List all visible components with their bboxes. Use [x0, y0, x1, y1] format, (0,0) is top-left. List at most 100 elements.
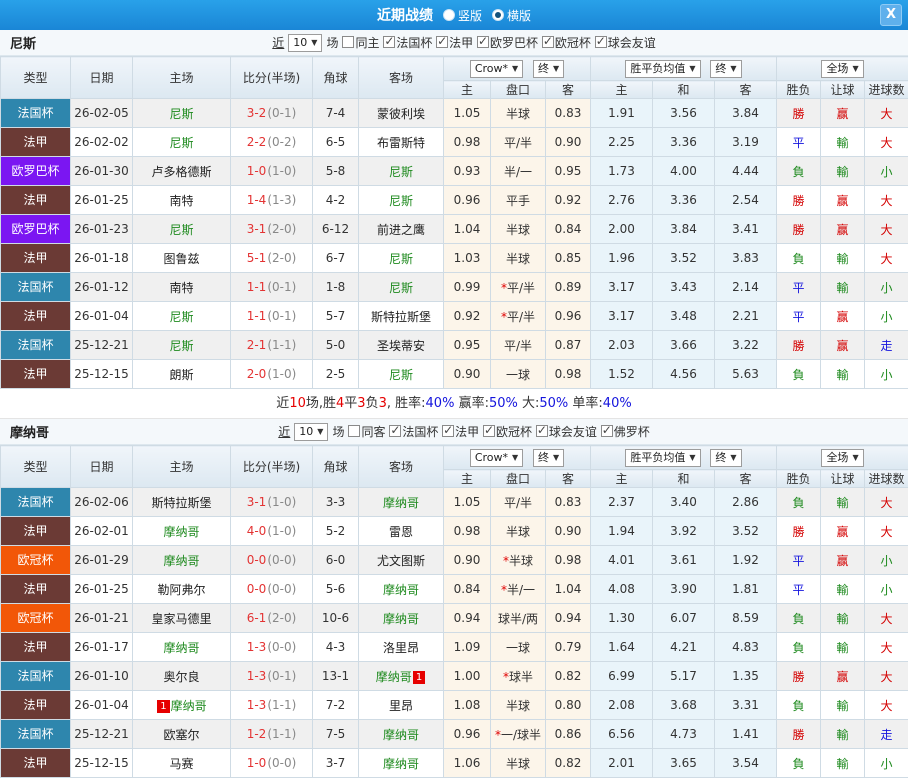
odds-source-dropdown[interactable]: Crow*▼: [470, 60, 523, 78]
score-cell: 5-1(2-0): [231, 244, 313, 273]
filter-checkbox[interactable]: 法甲: [442, 423, 479, 440]
col-type: 类型: [1, 446, 71, 488]
filter-checkbox[interactable]: 欧冠杯: [542, 34, 591, 51]
score-cell: 1-0(0-0): [231, 749, 313, 778]
chevron-down-icon: ▼: [689, 62, 695, 76]
match-date: 26-01-04: [71, 691, 133, 720]
filter-checkbox[interactable]: 球会友谊: [595, 34, 656, 51]
avg-odds-dropdown[interactable]: 胜平负均值▼: [625, 449, 700, 467]
handicap-result: 赢: [821, 662, 865, 691]
odds-away: 0.90: [546, 517, 591, 546]
radio-vertical-layout[interactable]: 竖版: [443, 7, 482, 24]
col-handicap-result: 让球: [821, 470, 865, 488]
final-avg-dropdown[interactable]: 终▼: [710, 449, 741, 467]
col-avg-away: 客: [715, 470, 777, 488]
table-row: 欧冠杯 26-01-21 皇家马德里 6-1(2-0) 10-6 摩纳哥 0.9…: [1, 604, 908, 633]
corner-count: 3-7: [313, 749, 359, 778]
filter-checkbox[interactable]: 球会友谊: [536, 423, 597, 440]
handicap-line: 半球: [491, 99, 546, 128]
radio-horizontal-layout[interactable]: 横版: [492, 7, 531, 24]
outcome-result: 勝: [777, 215, 821, 244]
avg-away: 8.59: [715, 604, 777, 633]
halftime-score: (1-0): [267, 524, 296, 538]
filter-checkbox[interactable]: 法甲: [436, 34, 473, 51]
odds-away: 0.94: [546, 604, 591, 633]
outcome-result: 勝: [777, 186, 821, 215]
chevron-down-icon: ▼: [852, 451, 858, 465]
score-cell: 3-1(1-0): [231, 488, 313, 517]
odds-away: 0.83: [546, 99, 591, 128]
avg-draw: 3.48: [653, 302, 715, 331]
avg-draw: 4.21: [653, 633, 715, 662]
handicap-result: 赢: [821, 546, 865, 575]
avg-home: 3.17: [591, 273, 653, 302]
fullmatch-dropdown[interactable]: 全场▼: [821, 60, 863, 78]
fulltime-score: 2-2: [247, 135, 267, 149]
rounds-value: 10: [293, 36, 307, 50]
result-group-header: 全场▼: [777, 446, 908, 470]
match-date: 26-02-02: [71, 128, 133, 157]
odds-home: 0.98: [444, 517, 491, 546]
col-avg-home: 主: [591, 81, 653, 99]
home-team: 皇家马德里: [151, 612, 211, 626]
score-cell: 1-4(1-3): [231, 186, 313, 215]
away-team: 布雷斯特: [377, 136, 425, 150]
avg-home: 1.64: [591, 633, 653, 662]
filter-checkbox[interactable]: 欧冠杯: [483, 423, 532, 440]
avg-away: 4.44: [715, 157, 777, 186]
avg-home: 1.52: [591, 360, 653, 389]
fulltime-score: 3-2: [247, 106, 267, 120]
odds-home: 0.90: [444, 546, 491, 575]
handicap-result: 輸: [821, 749, 865, 778]
avg-away: 3.31: [715, 691, 777, 720]
goals-result: 小: [865, 546, 908, 575]
avg-group-header: 胜平负均值▼ 终▼: [591, 57, 777, 81]
filter-checkbox[interactable]: 同主: [342, 34, 379, 51]
rounds-select[interactable]: 10▼: [288, 34, 322, 52]
fullmatch-dropdown[interactable]: 全场▼: [821, 449, 863, 467]
final-avg-dropdown[interactable]: 终▼: [710, 60, 741, 78]
halftime-score: (2-0): [267, 222, 296, 236]
filter-label: 法甲: [455, 423, 479, 440]
match-date: 26-02-01: [71, 517, 133, 546]
avg-home: 2.03: [591, 331, 653, 360]
league-badge: 法甲: [1, 633, 70, 661]
avg-away: 5.63: [715, 360, 777, 389]
fulltime-score: 3-1: [247, 495, 267, 509]
match-date: 26-01-25: [71, 186, 133, 215]
final-odds-dropdown[interactable]: 终▼: [533, 60, 564, 78]
avg-odds-dropdown[interactable]: 胜平负均值▼: [625, 60, 700, 78]
filter-checkbox[interactable]: 同客: [348, 423, 385, 440]
handicap-line: *半/一: [491, 575, 546, 604]
rounds-select[interactable]: 10▼: [294, 423, 328, 441]
table-row: 欧罗巴杯 26-01-23 尼斯 3-1(2-0) 6-12 前进之鹰 1.04…: [1, 215, 908, 244]
avg-away: 2.14: [715, 273, 777, 302]
chevron-down-icon: ▼: [317, 425, 323, 439]
avg-draw: 3.66: [653, 331, 715, 360]
corner-count: 5-2: [313, 517, 359, 546]
filter-checkbox[interactable]: 法国杯: [383, 34, 432, 51]
goals-result: 小: [865, 360, 908, 389]
halftime-score: (1-0): [267, 367, 296, 381]
home-team: 欧塞尔: [163, 728, 199, 742]
final-odds-dropdown[interactable]: 终▼: [533, 449, 564, 467]
odds-source-dropdown[interactable]: Crow*▼: [470, 449, 523, 467]
avg-draw: 3.65: [653, 749, 715, 778]
col-odds-home: 主: [444, 81, 491, 99]
filter-checkbox[interactable]: 法国杯: [389, 423, 438, 440]
close-icon[interactable]: X: [880, 4, 902, 26]
score-cell: 6-1(2-0): [231, 604, 313, 633]
fulltime-score: 0-0: [247, 553, 267, 567]
away-team: 摩纳哥: [383, 757, 419, 771]
odds-home: 0.96: [444, 186, 491, 215]
avg-draw: 3.90: [653, 575, 715, 604]
filter-checkbox[interactable]: 欧罗巴杯: [477, 34, 538, 51]
filter-checkbox[interactable]: 佛罗杯: [601, 423, 650, 440]
away-team: 斯特拉斯堡: [371, 310, 431, 324]
filter-label: 球会友谊: [608, 34, 656, 51]
chevron-down-icon: ▼: [553, 62, 559, 76]
score-cell: 1-1(0-1): [231, 302, 313, 331]
odds-away: 0.86: [546, 720, 591, 749]
halftime-score: (0-1): [267, 669, 296, 683]
fulltime-score: 1-3: [247, 640, 267, 654]
